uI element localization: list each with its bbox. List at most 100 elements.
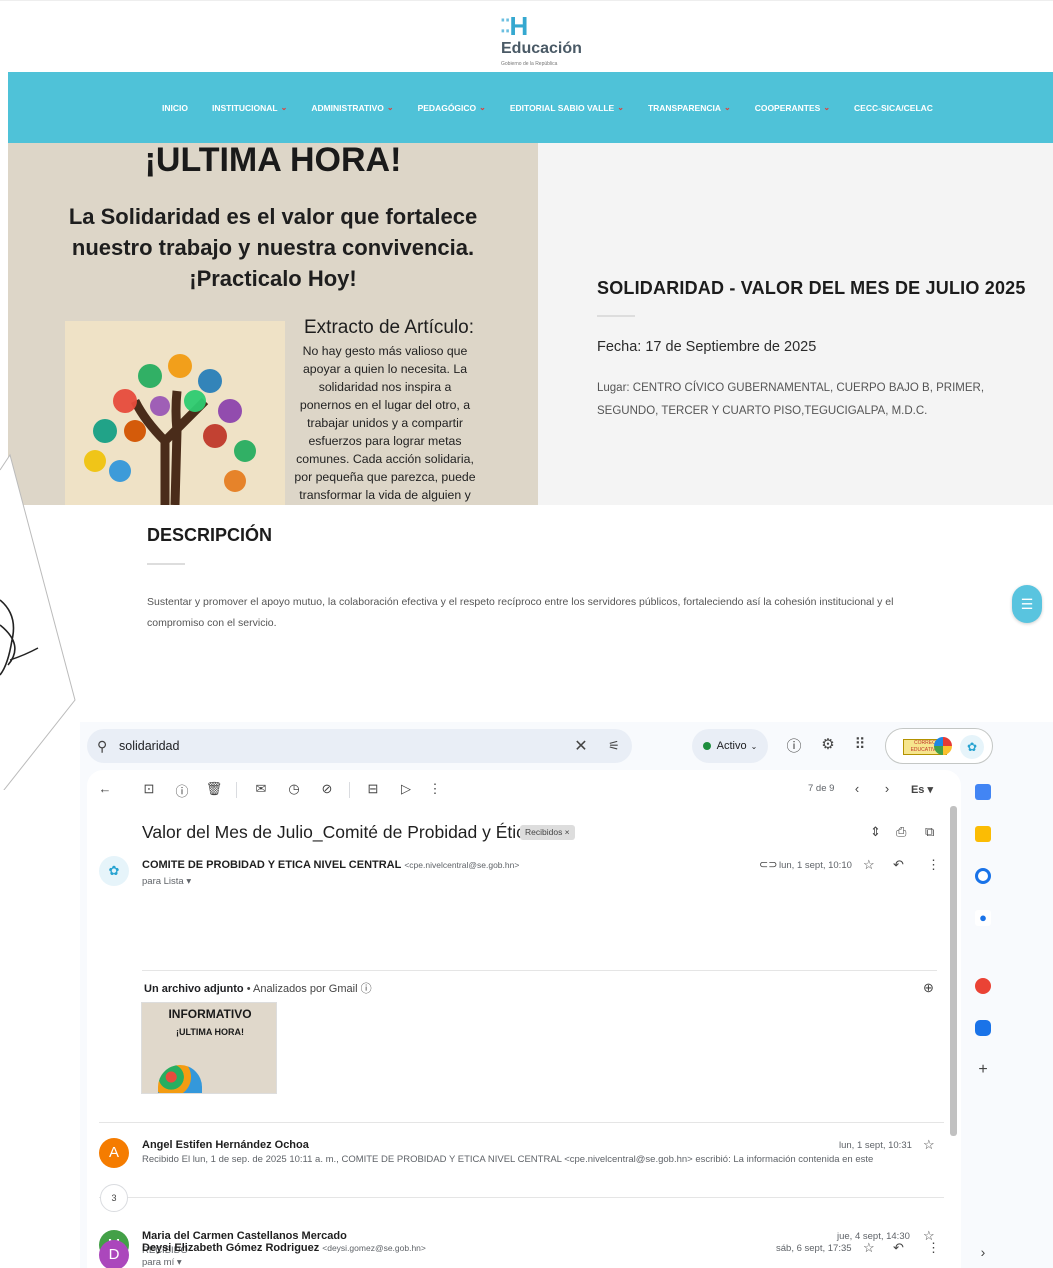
status-selector[interactable]: Activo ⌄	[692, 729, 768, 763]
scrollbar[interactable]	[950, 806, 957, 1136]
email-subject: Valor del Mes de Julio_Comité de Probida…	[142, 822, 535, 842]
archive-icon[interactable]: ⊡	[139, 781, 159, 797]
newer-chevron-icon[interactable]: ‹	[847, 781, 867, 796]
message-snippet[interactable]: Recibido El lun, 1 de sep. de 2025 10:11…	[142, 1154, 873, 1165]
message-date: lun, 1 sept, 10:31	[839, 1140, 912, 1151]
avatar-initial: A	[108, 1144, 119, 1161]
tasks-icon[interactable]	[975, 868, 991, 884]
zoom-icon[interactable]	[975, 1020, 991, 1036]
menu-icon: ☰	[1020, 595, 1034, 612]
star-icon[interactable]: ☆	[863, 1240, 875, 1256]
snooze-icon[interactable]: ◷	[284, 781, 304, 797]
help-icon[interactable]: ⓘ	[783, 735, 805, 756]
nav-item-inicio[interactable]: INICIO	[162, 103, 188, 113]
more-options-icon[interactable]: ⋮	[927, 1240, 940, 1256]
poster-extract-title: Extracto de Artículo:	[304, 317, 475, 338]
contacts-icon[interactable]: ●	[975, 910, 991, 926]
avatar[interactable]: ✿	[960, 735, 984, 759]
addon-icon[interactable]	[975, 978, 991, 994]
account-switcher[interactable]: CORREO EDUCATIVO ✿	[885, 728, 993, 764]
report-spam-icon[interactable]: ⓘ	[172, 781, 192, 800]
poster-top-title: ¡ULTIMA HORA!	[144, 143, 402, 179]
nav-item-institucional[interactable]: INSTITUCIONAL ⌄	[212, 103, 287, 113]
search-bar[interactable]: ⚲ solidaridad ✕ ⚟	[87, 729, 632, 763]
apps-grid-icon[interactable]: ⠿	[849, 735, 871, 753]
nav-item-cecc-sica-celac[interactable]: CECC-SICA/CELAC	[854, 103, 933, 113]
nav-item-transparencia[interactable]: TRANSPARENCIA ⌄	[648, 103, 731, 113]
thumb-title: INFORMATIVO	[168, 1007, 252, 1021]
nav-item-cooperantes[interactable]: COOPERANTES ⌄	[755, 103, 830, 113]
collapsed-messages-count[interactable]: 3	[100, 1184, 128, 1212]
sender-avatar: A	[99, 1138, 129, 1168]
event-divider	[597, 315, 635, 317]
site-logo[interactable]: ⁚⁚H	[500, 11, 528, 42]
search-icon[interactable]: ⚲	[97, 738, 119, 755]
more-options-icon[interactable]: ⋮	[425, 781, 445, 797]
search-options-icon[interactable]: ⚟	[596, 738, 632, 754]
star-icon[interactable]: ☆	[863, 857, 875, 873]
sender-name-text: COMITE DE PROBIDAD Y ETICA NIVEL CENTRAL	[142, 859, 402, 871]
nav-item-pedag-gico[interactable]: PEDAGÓGICO ⌄	[418, 103, 486, 113]
keep-icon[interactable]	[975, 826, 991, 842]
nav-item-label: CECC-SICA/CELAC	[854, 102, 933, 113]
nav-item-editorial-sabio-valle[interactable]: EDITORIAL SABIO VALLE ⌄	[510, 103, 624, 113]
get-addons-icon[interactable]: +	[975, 1062, 991, 1078]
nav-item-label: ADMINISTRATIVO	[311, 102, 384, 113]
calendar-icon[interactable]	[975, 784, 991, 800]
recipients-dropdown[interactable]: para mí ▾	[142, 1257, 182, 1268]
event-title: SOLIDARIDAD - VALOR DEL MES DE JULIO 202…	[597, 278, 1026, 298]
nav-item-label: EDITORIAL SABIO VALLE	[509, 102, 615, 113]
screen: ⁚⁚H Educación Gobierno de la República I…	[0, 0, 1053, 1268]
nav-item-label: PEDAGÓGICO	[417, 102, 477, 113]
divider	[99, 1197, 944, 1198]
open-new-window-icon[interactable]: ⧉	[925, 824, 934, 840]
sender-name[interactable]: Maria del Carmen Castellanos Mercado	[142, 1230, 347, 1242]
star-icon[interactable]: ☆	[923, 1137, 935, 1153]
chevron-down-icon: ⌄	[479, 103, 486, 112]
message-view: ← ⊡ ⓘ 🗑 ✉ ◷ ⊘ ⊟ ▷ ⋮ 7 de 9 ‹ › Es ▾ Valo…	[87, 770, 961, 1268]
thumb-tree-image	[158, 1065, 202, 1093]
poster-hands-tree-image	[65, 321, 285, 505]
nav-item-administrativo[interactable]: ADMINISTRATIVO ⌄	[311, 103, 393, 113]
delete-icon[interactable]: 🗑	[204, 781, 224, 797]
sender-name[interactable]: COMITE DE PROBIDAD Y ETICA NIVEL CENTRAL…	[142, 859, 519, 871]
mark-unread-icon[interactable]: ✉	[251, 781, 271, 797]
message-toolbar: ← ⊡ ⓘ 🗑 ✉ ◷ ⊘ ⊟ ▷ ⋮ 7 de 9 ‹ › Es ▾	[87, 770, 961, 810]
sender-avatar: ✿	[99, 856, 129, 886]
reply-icon[interactable]: ↶	[893, 1240, 904, 1256]
message-counter: 7 de 9	[808, 783, 835, 794]
clear-search-icon[interactable]: ✕	[566, 736, 596, 756]
sender-name[interactable]: Deysi Elizabeth Gómez Rodriguez <deysi.go…	[142, 1242, 426, 1254]
print-icon[interactable]: ⎙	[896, 824, 906, 840]
search-input[interactable]: solidaridad	[119, 739, 566, 753]
add-to-drive-icon[interactable]: ⊕	[923, 980, 934, 996]
reply-icon[interactable]: ↶	[893, 857, 904, 873]
nav-item-label: TRANSPARENCIA	[647, 102, 721, 113]
attachment-thumbnail[interactable]: INFORMATIVO ¡ULTIMA HORA!	[141, 1002, 277, 1094]
language-selector[interactable]: Es ▾	[905, 783, 939, 796]
expand-panel-icon[interactable]: ›	[975, 1244, 991, 1260]
sender-email: <cpe.nivelcentral@se.gob.hn>	[404, 860, 520, 870]
language-label: Es	[910, 784, 925, 796]
gear-icon[interactable]: ⚙	[817, 735, 839, 753]
floating-menu-button[interactable]: ☰	[1012, 585, 1042, 623]
label-icon[interactable]: ▷	[396, 781, 416, 797]
older-chevron-icon[interactable]: ›	[877, 781, 897, 796]
message-date: sáb, 6 sept, 17:35	[776, 1243, 852, 1254]
inbox-label-chip[interactable]: Recibidos ×	[520, 825, 575, 840]
chevron-down-icon: ⌄	[723, 103, 731, 112]
chevron-down-icon: ⌄	[386, 103, 394, 112]
add-task-icon[interactable]: ⊘	[317, 781, 337, 797]
sender-avatar: D	[99, 1240, 129, 1268]
attachment-icon: ⊂⊃	[759, 859, 778, 871]
expand-all-icon[interactable]: ⇕	[870, 824, 881, 840]
poster-extract-body: No hay gesto más valioso que apoyar a qu…	[294, 344, 476, 502]
sender-name[interactable]: Angel Estifen Hernández Ochoa	[142, 1139, 309, 1151]
move-to-icon[interactable]: ⊟	[363, 781, 383, 797]
recipients-dropdown[interactable]: para Lista ▾	[142, 876, 191, 887]
chevron-down-icon: ⌄	[823, 103, 831, 112]
more-options-icon[interactable]: ⋮	[927, 857, 940, 873]
divider	[142, 970, 937, 971]
back-arrow-icon[interactable]: ←	[95, 781, 115, 796]
site-logo-bar: ⁚⁚H Educación Gobierno de la República	[0, 0, 1053, 72]
